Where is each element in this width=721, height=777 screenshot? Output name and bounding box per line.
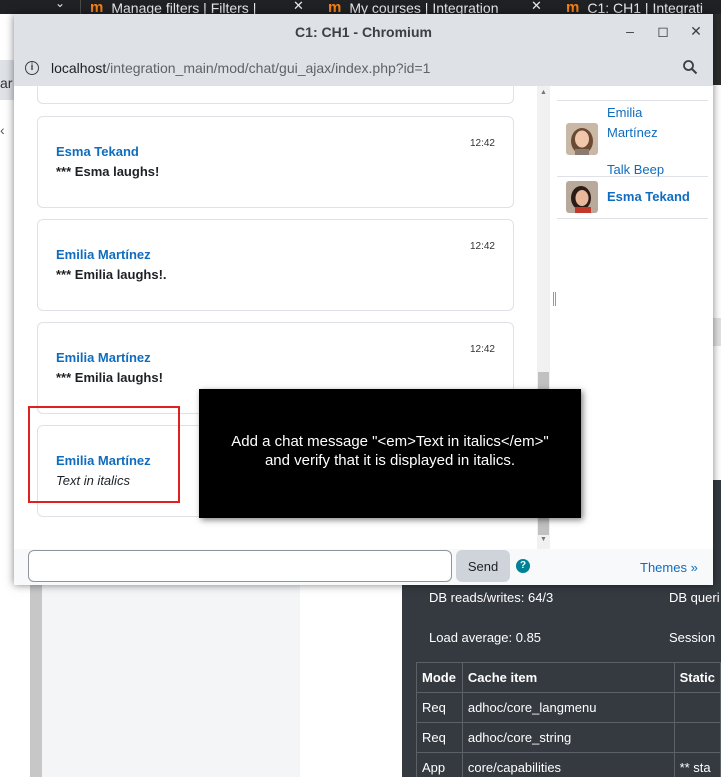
table-header-row: Mode Cache item Static: [416, 662, 721, 693]
avatar[interactable]: [566, 181, 598, 213]
user-name-link[interactable]: Esma Tekand: [607, 187, 690, 207]
window-title: C1: CH1 - Chromium: [295, 24, 432, 40]
resize-handle[interactable]: [553, 292, 556, 306]
avatar[interactable]: [566, 123, 598, 155]
tab-manage-filters[interactable]: m Manage filters | Filters |: [90, 0, 282, 14]
table-cell: [673, 722, 721, 753]
tooltip-text: Add a chat message "<em>Text in italics<…: [231, 433, 549, 469]
message-text: *** Esma laughs!: [56, 164, 160, 179]
moodle-logo-icon: m: [90, 0, 104, 14]
background-drawer-rail: [30, 584, 42, 777]
column-header: Cache item: [461, 662, 675, 693]
tab-separator: [80, 0, 81, 14]
close-icon[interactable]: ✕: [293, 0, 304, 14]
table-cell: adhoc/core_string: [461, 722, 675, 753]
message-text: *** Emilia laughs!.: [56, 267, 167, 282]
themes-link[interactable]: Themes »: [640, 560, 698, 575]
column-header: Static: [673, 662, 721, 693]
table-cell: Req: [416, 692, 463, 723]
maximize-icon[interactable]: ◻: [654, 22, 672, 40]
user-name-link[interactable]: Emilia Martínez: [607, 103, 658, 143]
table-row: App core/capabilities ** sta: [416, 752, 721, 777]
close-icon[interactable]: ✕: [687, 22, 705, 40]
message-time: 12:42: [469, 344, 495, 355]
chat-input-bar: Send ? Themes »: [14, 549, 713, 585]
table-cell: Req: [416, 722, 463, 753]
message-time: 12:42: [469, 241, 495, 252]
user-list-item: Esma Tekand: [557, 177, 708, 219]
url-host: localhost: [51, 60, 107, 76]
tab-my-courses[interactable]: m My courses | Integration: [328, 0, 520, 14]
load-average: Load average: 0.85: [429, 630, 542, 645]
scroll-up-arrow-icon[interactable]: ▲: [537, 89, 550, 96]
tab-list-chevron-icon[interactable]: ⌄: [55, 0, 65, 10]
user-list-item: Emilia Martínez Talk Beep: [557, 100, 708, 177]
minimize-icon[interactable]: –: [621, 22, 639, 40]
help-icon[interactable]: ?: [516, 559, 530, 573]
table-cell: ** sta: [673, 752, 721, 777]
message-author[interactable]: Esma Tekand: [56, 144, 139, 159]
instruction-tooltip: Add a chat message "<em>Text in italics<…: [199, 389, 581, 518]
cache-usage-table: Mode Cache item Static Req adhoc/core_la…: [416, 662, 721, 777]
db-queries-label: DB queri: [669, 590, 720, 605]
table-row: Req adhoc/core_string: [416, 722, 721, 753]
background-text-fragment: ar: [0, 75, 13, 91]
table-cell: [673, 692, 721, 723]
tab-c1-ch1[interactable]: m C1: CH1 | Integrati: [566, 0, 721, 14]
url-path: /integration_main/mod/chat/gui_ajax/inde…: [106, 60, 431, 76]
table-row: Req adhoc/core_langmenu: [416, 692, 721, 723]
info-icon[interactable]: i: [25, 61, 39, 75]
highlight-box: [28, 406, 180, 503]
table-cell: App: [416, 752, 463, 777]
table-cell: core/capabilities: [461, 752, 675, 777]
column-header: Mode: [416, 662, 463, 693]
background-course-index: [42, 584, 300, 777]
db-reads-writes: DB reads/writes: 64/3: [429, 590, 554, 605]
chat-message: Emilia Martínez 12:42 *** Emilia laughs!…: [37, 219, 514, 311]
chat-message-input[interactable]: [28, 550, 452, 582]
address-bar[interactable]: i localhost/integration_main/mod/chat/gu…: [14, 50, 713, 86]
message-author[interactable]: Emilia Martínez: [56, 247, 151, 262]
chat-message: [37, 86, 514, 104]
scroll-down-arrow-icon[interactable]: ▼: [537, 536, 550, 543]
zoom-icon[interactable]: [682, 59, 698, 75]
background-footer-edge: [713, 480, 721, 584]
close-icon[interactable]: ✕: [531, 0, 542, 14]
background-button-edge: [713, 318, 721, 346]
background-tab-strip: ⌄ m Manage filters | Filters | ✕ m My co…: [0, 0, 721, 14]
chat-message: Esma Tekand 12:42 *** Esma laughs!: [37, 116, 514, 208]
session-label: Session: [669, 630, 716, 645]
chevron-left-icon: ‹: [0, 122, 5, 138]
window-titlebar[interactable]: C1: CH1 - Chromium – ◻ ✕: [14, 14, 713, 50]
message-text: *** Emilia laughs!: [56, 370, 163, 385]
message-author[interactable]: Emilia Martínez: [56, 350, 151, 365]
moodle-logo-icon: m: [566, 0, 580, 14]
send-button[interactable]: Send: [456, 550, 510, 582]
message-time: 12:42: [469, 138, 495, 149]
moodle-logo-icon: m: [328, 0, 342, 14]
url-text[interactable]: localhost/integration_main/mod/chat/gui_…: [51, 60, 430, 76]
talk-beep-link[interactable]: Talk Beep: [607, 162, 664, 177]
table-cell: adhoc/core_langmenu: [461, 692, 675, 723]
